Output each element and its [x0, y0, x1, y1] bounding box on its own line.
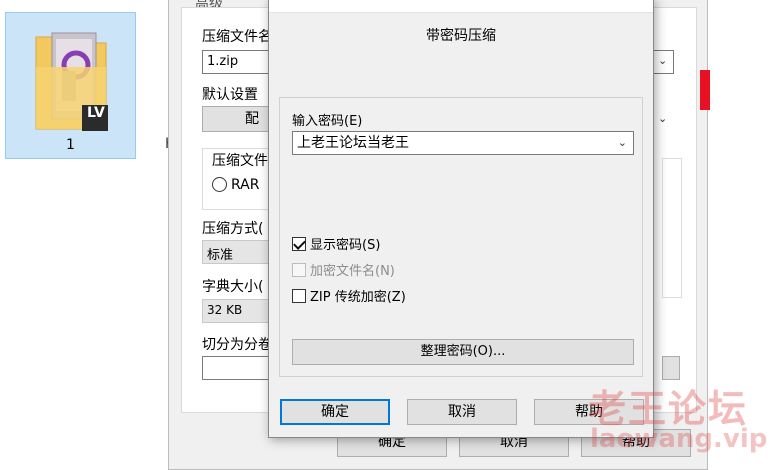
radio-icon [212, 177, 227, 192]
dictionary-size-label: 字典大小( [202, 279, 264, 295]
organize-passwords-label: 整理密码(O)... [420, 344, 506, 359]
enter-password-label: 输入密码(E) [292, 114, 363, 129]
chevron-down-icon[interactable]: ⌄ [658, 112, 667, 125]
dialog-title: 带密码压缩 [426, 28, 496, 44]
zip-legacy-label: ZIP 传统加密(Z) [310, 290, 406, 305]
format-rar-radio[interactable]: RAR [212, 177, 259, 193]
encrypt-filenames-label: 加密文件名(N) [310, 264, 395, 279]
ok-button[interactable]: 确定 [280, 399, 390, 425]
ok-label: 确定 [321, 404, 349, 420]
archive-name-value: 1.zip [207, 54, 239, 69]
split-volumes-label: 切分为分卷 [202, 337, 272, 353]
compression-method-label: 压缩方式( [202, 221, 264, 237]
archive-name-label: 压缩文件名 [202, 29, 272, 45]
red-accent [700, 70, 710, 110]
cancel-label: 取消 [448, 404, 476, 420]
desktop-folder[interactable]: LV 1 [5, 12, 136, 159]
password-dialog: 带密码压缩 输入密码(E) 上老王论坛当老王 ⌄ 显示密码(S) 加密文件名(N… [268, 0, 654, 438]
chevron-down-icon[interactable]: ⌄ [618, 132, 627, 154]
set-password-button-edge[interactable] [662, 356, 680, 380]
password-value: 上老王论坛当老王 [297, 135, 409, 151]
zip-legacy-encryption-checkbox[interactable]: ZIP 传统加密(Z) [292, 286, 406, 305]
desktop: LV 1 K 高级 压缩文件名 1.zip ⌄ 默认设置 配 ⌄ 压缩文件 RA… [0, 0, 772, 470]
folder-badge: LV [87, 105, 105, 121]
show-password-label: 显示密码(S) [310, 238, 381, 253]
password-input[interactable]: 上老王论坛当老王 ⌄ [292, 131, 634, 155]
compression-method-value: 标准 [207, 248, 234, 263]
chevron-down-icon[interactable]: ⌄ [658, 54, 667, 67]
watermark-url: laowang.vip [590, 424, 768, 454]
default-settings-label: 默认设置 [202, 87, 258, 103]
archive-format-label: 压缩文件 [210, 150, 270, 170]
cancel-button[interactable]: 取消 [407, 399, 517, 425]
options-group [662, 158, 682, 298]
encrypt-filenames-checkbox: 加密文件名(N) [292, 260, 395, 279]
checkbox-disabled-icon [292, 263, 306, 277]
password-panel: 输入密码(E) 上老王论坛当老王 ⌄ 显示密码(S) 加密文件名(N) ZIP … [279, 97, 643, 377]
profiles-button-label: 配 [245, 111, 259, 127]
format-rar-label: RAR [231, 177, 260, 193]
checkbox-icon [292, 289, 306, 303]
show-password-checkbox[interactable]: 显示密码(S) [292, 234, 380, 253]
checkbox-checked-icon [292, 237, 306, 251]
dictionary-size-value: 32 KB [207, 303, 243, 317]
titlebar[interactable] [269, 0, 653, 13]
organize-passwords-button[interactable]: 整理密码(O)... [292, 339, 634, 365]
folder-label: 1 [66, 137, 75, 153]
